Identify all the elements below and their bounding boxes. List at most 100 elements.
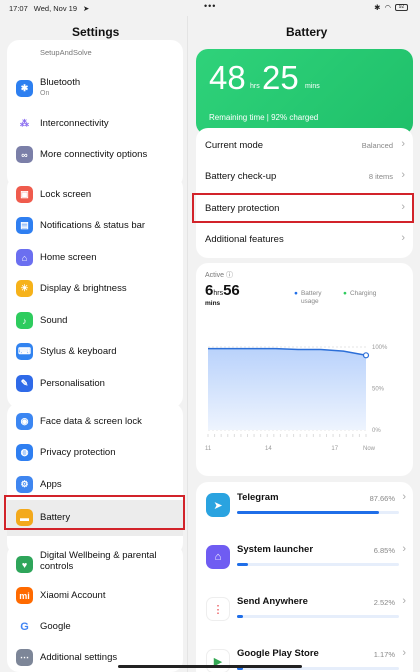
sidebar-item-label: Lock screen — [40, 189, 92, 200]
connectivity-card: SetupAndSolve ✱ Bluetooth On ⁂ Interconn… — [7, 40, 183, 188]
xiaomi-icon: mi — [16, 587, 33, 604]
bluetooth-status-icon: ✱ — [374, 3, 381, 12]
active-minutes: 56 — [223, 282, 240, 299]
battery-protection-highlight — [192, 193, 414, 223]
privacy-icon: ◍ — [16, 444, 33, 461]
app-row-send-anywhere[interactable]: ⋮ Send Anywhere 2.52% › — [196, 586, 413, 638]
battery-usage-card: Active ⓘ 6hrs56 mins ● Battery usage ● Cha… — [196, 263, 413, 476]
sidebar-item-google[interactable]: G Google — [7, 613, 183, 641]
sidebar-item-label: Additional settings — [40, 652, 118, 663]
minutes-value: 25 — [262, 59, 299, 96]
settings-title: Settings — [72, 25, 120, 39]
sidebar-item-label: Privacy protection — [40, 447, 116, 458]
y-tick-label: 50% — [372, 387, 385, 393]
security-card: ◉ Face data & screen lock ◍ Privacy prot… — [7, 403, 183, 555]
battery-pane: Battery 48 hrs 25 mins Remaining time | … — [188, 16, 420, 672]
telegram-icon: ➤ — [206, 493, 230, 517]
usage-bar — [237, 563, 399, 566]
current-mode-label: Current mode — [205, 140, 264, 151]
app-usage-card: ➤ Telegram 87.66% › ⌂ System launcher 6.… — [196, 482, 413, 672]
active-hours-unit: hrs — [213, 290, 224, 297]
battery-checkup-value: 8 items — [368, 172, 393, 181]
usage-bar — [237, 615, 399, 618]
home-icon: ⌂ — [16, 249, 33, 266]
apps-icon: ⚙ — [16, 476, 33, 493]
sidebar-item-more-connectivity[interactable]: ∞ More connectivity options — [7, 141, 183, 169]
sidebar-item-bluetooth[interactable]: ✱ Bluetooth On — [7, 72, 183, 104]
wellbeing-icon: ♥ — [16, 556, 33, 573]
app-row-system-launcher[interactable]: ⌂ System launcher 6.85% › — [196, 534, 413, 586]
app-percent: 1.17% — [373, 650, 395, 659]
launcher-icon: ⌂ — [206, 545, 230, 569]
app-row-telegram[interactable]: ➤ Telegram 87.66% › — [196, 482, 413, 534]
bluetooth-status: On — [40, 90, 50, 97]
current-mode-value: Balanced — [361, 141, 393, 150]
battery-highlight — [4, 495, 185, 530]
legend-charging: ● Charging — [343, 290, 377, 297]
app-name: Google Play Store — [237, 648, 319, 659]
settings-pane: Settings SetupAndSolve ✱ Bluetooth On ⁂ … — [0, 16, 188, 672]
sidebar-item-label: More connectivity options — [40, 149, 148, 160]
sidebar-item-sound[interactable]: ♪ Sound — [7, 307, 183, 335]
google-icon: G — [16, 618, 33, 635]
lock-icon: ▣ — [16, 186, 33, 203]
home-indicator[interactable] — [118, 665, 302, 668]
additional-features-row[interactable]: Additional features › — [196, 224, 413, 256]
usage-bar-fill — [237, 615, 244, 618]
app-name: System launcher — [237, 544, 314, 555]
active-time: 6hrs56 — [205, 282, 240, 299]
sidebar-item-personalisation[interactable]: ✎ Personalisation — [7, 370, 183, 398]
remaining-time: Remaining time | 92% charged — [209, 113, 319, 122]
y-tick-label: 100% — [372, 345, 388, 351]
display-icon: ☀ — [16, 280, 33, 297]
sidebar-item-label: Bluetooth — [40, 77, 81, 88]
sidebar-item-label: Apps — [40, 479, 62, 490]
stylus-icon: ⌨ — [16, 343, 33, 360]
usage-bar-fill — [237, 563, 249, 566]
sidebar-item-label: Home screen — [40, 252, 97, 263]
wifi-icon: ◠ — [384, 3, 391, 12]
chevron-right-icon: › — [402, 647, 406, 659]
sidebar-item-home-screen[interactable]: ⌂ Home screen — [7, 244, 183, 272]
sidebar-item-digital-wellbeing[interactable]: ♥ Digital Wellbeing & parental controls — [7, 548, 183, 582]
x-tick-label: 14 — [265, 446, 272, 452]
setupandsolve-item[interactable]: SetupAndSolve — [40, 48, 92, 57]
additional-features-label: Additional features — [205, 234, 284, 245]
sidebar-item-xiaomi-account[interactable]: mi Xiaomi Account — [7, 582, 183, 610]
additional-settings-icon: ⋯ — [16, 649, 33, 666]
usage-bar-fill — [237, 511, 379, 514]
battery-checkup-row[interactable]: Battery check-up 8 items › — [196, 161, 413, 193]
send-icon: ➤ — [83, 4, 90, 13]
y-tick-label: 0% — [372, 428, 381, 434]
sidebar-item-interconnectivity[interactable]: ⁂ Interconnectivity — [7, 110, 183, 138]
sidebar-item-label: Stylus & keyboard — [40, 346, 117, 357]
sidebar-item-label: Notifications & status bar — [40, 220, 146, 231]
display-card: ▣ Lock screen ▤ Notifications & status b… — [7, 176, 183, 408]
app-name: Telegram — [237, 492, 279, 503]
chevron-right-icon: › — [401, 232, 405, 244]
sidebar-item-face-data[interactable]: ◉ Face data & screen lock — [7, 408, 183, 436]
sidebar-item-label: Xiaomi Account — [40, 590, 106, 601]
x-tick-label: 17 — [331, 446, 338, 452]
active-minutes-unit: mins — [205, 300, 221, 307]
legend-usage: ● Battery usage — [294, 290, 331, 306]
play-store-icon: ▶ — [206, 649, 230, 672]
chevron-right-icon: › — [402, 595, 406, 607]
battery-status-icon: 92 — [395, 4, 408, 11]
status-bar: 17:07 Wed, Nov 19 ➤ ••• ✱ ◠ 92 — [0, 0, 420, 16]
accounts-card: ♥ Digital Wellbeing & parental controls … — [7, 544, 183, 672]
current-mode-row[interactable]: Current mode Balanced › — [196, 130, 413, 162]
sidebar-item-notifications[interactable]: ▤ Notifications & status bar — [7, 212, 183, 240]
sidebar-item-stylus[interactable]: ⌨ Stylus & keyboard — [7, 338, 183, 366]
app-percent: 6.85% — [373, 546, 395, 555]
sidebar-item-display[interactable]: ☀ Display & brightness — [7, 275, 183, 303]
chevron-right-icon: › — [401, 138, 405, 150]
active-label: Active — [205, 272, 225, 279]
bluetooth-icon: ✱ — [16, 80, 33, 97]
sidebar-item-privacy[interactable]: ◍ Privacy protection — [7, 439, 183, 467]
sidebar-item-label: Personalisation — [40, 378, 105, 389]
info-icon[interactable]: ⓘ — [226, 272, 233, 279]
sidebar-item-label: Face data & screen lock — [40, 416, 142, 427]
sidebar-item-label: Sound — [40, 315, 68, 326]
sidebar-item-lock-screen[interactable]: ▣ Lock screen — [7, 181, 183, 209]
